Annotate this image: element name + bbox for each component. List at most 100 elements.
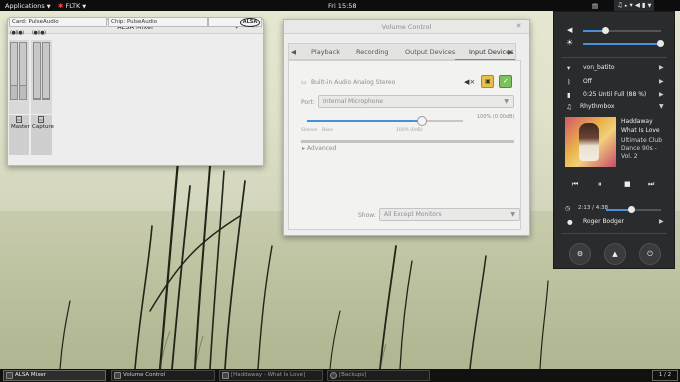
lock-screen-button[interactable]: ▲ bbox=[604, 243, 626, 265]
volume-slider-knob[interactable] bbox=[602, 27, 609, 34]
fader-knob[interactable] bbox=[34, 98, 40, 99]
fader-knob[interactable] bbox=[11, 85, 17, 99]
fader-knob[interactable] bbox=[43, 98, 49, 99]
chevron-down-icon: ▼ bbox=[82, 4, 87, 10]
show-select[interactable]: All Except Monitors ▼ bbox=[379, 208, 520, 221]
capture-toggle-icon[interactable]: ▭ bbox=[38, 116, 44, 123]
player-name: Rhythmbox bbox=[580, 103, 615, 110]
task-volume-control[interactable]: Volume Control bbox=[111, 370, 215, 381]
brightness-slider-fill bbox=[583, 43, 661, 45]
peak-meter bbox=[301, 140, 514, 143]
advanced-label: Advanced bbox=[306, 145, 337, 152]
battery-icon: ▮ bbox=[567, 91, 571, 99]
task-rhythmbox[interactable]: [Haddaway - What Is Love] bbox=[219, 370, 323, 381]
tick-100: 100% (0dB) bbox=[396, 128, 423, 133]
music-icon: ♫ bbox=[566, 103, 572, 111]
chevron-down-icon: ▼ bbox=[504, 98, 509, 105]
lock-icon: ▲ bbox=[612, 250, 618, 258]
menu-separator bbox=[561, 233, 667, 234]
music-icon: ♫ bbox=[617, 1, 623, 9]
bluetooth-item[interactable]: ᛒ Off ▶ bbox=[554, 76, 674, 88]
chevron-down-icon: ▼ bbox=[659, 103, 664, 110]
tab-recording[interactable]: Recording bbox=[356, 48, 389, 56]
user-name: Roger Bodger bbox=[583, 218, 625, 225]
wifi-icon: ▾ bbox=[567, 64, 571, 72]
user-item[interactable]: ● Roger Bodger ▶ bbox=[554, 216, 674, 228]
capture-fader-right[interactable] bbox=[42, 42, 50, 100]
wifi-label: von_batito bbox=[583, 64, 615, 71]
user-icon: ● bbox=[567, 218, 573, 226]
alsa-logo: ALSA bbox=[240, 18, 260, 27]
volume-titlebar[interactable]: Volume Control ✕ bbox=[284, 20, 529, 34]
album-art-figure bbox=[579, 123, 599, 161]
card-info: Card: PulseAudio bbox=[9, 17, 107, 27]
port-label: Port: bbox=[301, 99, 315, 106]
tab-playback[interactable]: Playback bbox=[311, 48, 340, 56]
mute-toggle-icon[interactable]: ▭ bbox=[16, 116, 22, 123]
clock-icon: ◷ bbox=[565, 205, 571, 212]
set-default-button[interactable]: ✓ bbox=[499, 75, 512, 88]
tick-silence: Silence bbox=[301, 128, 318, 133]
wifi-icon: ▾ bbox=[629, 1, 633, 9]
master-label: Master bbox=[11, 124, 30, 130]
advanced-expander[interactable]: ▸ Advanced bbox=[302, 145, 337, 152]
chevron-down-icon: ▼ bbox=[46, 4, 51, 10]
workspace-indicator[interactable]: 1 / 2 bbox=[652, 370, 678, 381]
app-icon: ✱ bbox=[58, 2, 66, 10]
port-select[interactable]: Internal Microphone ▼ bbox=[318, 95, 514, 108]
tab-output-devices[interactable]: Output Devices bbox=[405, 48, 455, 56]
artist-name: Haddaway bbox=[621, 118, 653, 125]
bluetooth-icon: ᛒ bbox=[567, 78, 571, 86]
brightness-icon: ☀ bbox=[566, 38, 574, 47]
lock-icon: ▣ bbox=[485, 78, 491, 85]
close-button[interactable]: ✕ bbox=[514, 22, 523, 31]
tab-scroll-right[interactable]: ▶ bbox=[508, 48, 513, 56]
top-bar: Applications ▼ ✱ FLTK ▼ Fri 15:58 ▤ ♫ ▸ ▾ … bbox=[0, 0, 680, 11]
previous-track-button[interactable]: ⏮ bbox=[572, 180, 578, 189]
brightness-slider-knob[interactable] bbox=[657, 40, 664, 47]
window-title: Volume Control bbox=[381, 23, 432, 31]
master-fader-left[interactable] bbox=[10, 42, 18, 100]
show-label: Show: bbox=[358, 212, 376, 219]
tab-scroll-left[interactable]: ◀ bbox=[291, 48, 296, 56]
lock-channels-button[interactable]: ▣ bbox=[481, 75, 494, 88]
chevron-right-icon: ▸ bbox=[624, 3, 628, 9]
indicator-icon: ▤ bbox=[592, 2, 599, 10]
battery-item[interactable]: ▮ 0:25 Until Full (88 %) ▶ bbox=[554, 89, 674, 101]
player-header[interactable]: ♫ Rhythmbox ▼ bbox=[554, 101, 674, 113]
fader-knob[interactable] bbox=[20, 85, 26, 99]
settings-button[interactable]: ⚙ bbox=[569, 243, 591, 265]
seek-slider-knob[interactable] bbox=[628, 206, 635, 213]
power-button[interactable]: ⏻ bbox=[639, 243, 661, 265]
pause-button[interactable]: ⏸ bbox=[598, 180, 602, 189]
chevron-right-icon: ▶ bbox=[659, 218, 664, 225]
album-line-3: Vol. 2 bbox=[621, 153, 638, 160]
stop-button[interactable]: ■ bbox=[624, 180, 631, 188]
album-line-1: Ultimate Club bbox=[621, 137, 663, 144]
volume-icon: ◀ bbox=[567, 26, 573, 34]
tab-input-devices[interactable]: Input Devices bbox=[469, 48, 514, 56]
master-fader-right[interactable] bbox=[19, 42, 27, 100]
fltk-app-menu[interactable]: ✱ FLTK ▼ bbox=[58, 2, 86, 10]
system-status-menu[interactable]: ♫ ▸ ▾ ◀ ▮ ▼ bbox=[614, 0, 655, 11]
task-alsa-mixer[interactable]: ALSA Mixer bbox=[3, 370, 106, 381]
mute-speaker-icon[interactable]: ◀× bbox=[464, 78, 475, 86]
power-icon: ⏻ bbox=[647, 250, 653, 258]
level-slider-fill bbox=[307, 120, 422, 122]
task-backups[interactable]: [Backups] bbox=[327, 370, 430, 381]
capture-fader-left[interactable] bbox=[33, 42, 41, 100]
bluetooth-label: Off bbox=[583, 78, 592, 85]
wifi-item[interactable]: ▾ von_batito ▶ bbox=[554, 62, 674, 74]
chevron-right-icon: ▶ bbox=[659, 78, 664, 85]
check-icon: ✓ bbox=[503, 77, 509, 85]
clock[interactable]: Fri 15:58 bbox=[328, 2, 357, 10]
battery-icon: ▮ bbox=[641, 1, 646, 9]
tick-base: Base bbox=[322, 128, 333, 133]
song-title: What Is Love bbox=[621, 127, 660, 134]
applications-menu[interactable]: Applications ▼ bbox=[5, 2, 51, 10]
volume-icon: ◀ bbox=[634, 1, 640, 9]
port-value: Internal Microphone bbox=[323, 98, 383, 105]
level-slider-knob[interactable] bbox=[417, 116, 427, 126]
next-track-button[interactable]: ⏭ bbox=[648, 180, 654, 189]
tab-bar: ◀ Playback Recording Output Devices Inpu… bbox=[288, 43, 516, 60]
